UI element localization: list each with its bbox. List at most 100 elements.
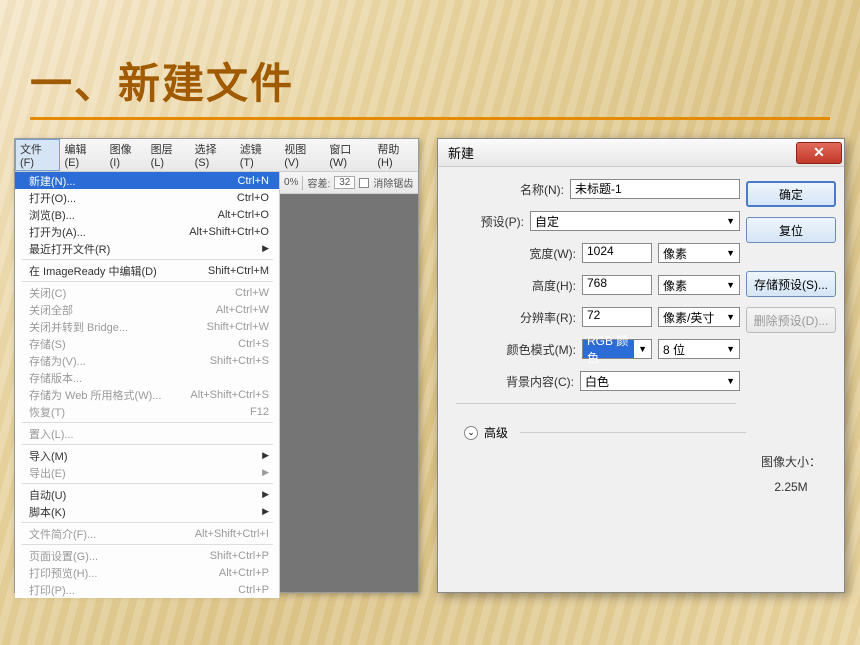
advanced-toggle[interactable]: ⌄ 高级: [446, 424, 746, 441]
menu-item-label: 浏览(B)...: [29, 207, 75, 223]
menu-item-shortcut: Alt+Ctrl+W: [216, 304, 269, 316]
menu-item: 关闭并转到 Bridge...Shift+Ctrl+W: [15, 318, 279, 335]
menu-item-shortcut: Alt+Shift+Ctrl+O: [189, 226, 269, 238]
close-icon: ✕: [813, 144, 825, 161]
menu-item-label: 最近打开文件(R): [29, 241, 110, 257]
menu-separator: [21, 522, 273, 523]
menubar-select[interactable]: 选择(S): [190, 139, 235, 171]
menu-item-label: 新建(N)...: [29, 173, 75, 189]
menubar-image[interactable]: 图像(I): [105, 139, 146, 171]
resolution-label: 分辨率(R):: [520, 309, 576, 326]
resolution-unit-select[interactable]: 像素/英寸 ▼: [658, 307, 740, 327]
save-preset-button[interactable]: 存储预设(S)...: [746, 271, 836, 297]
menu-item: 存储版本...: [15, 369, 279, 386]
menubar-window[interactable]: 窗口(W): [324, 139, 372, 171]
menubar-help[interactable]: 帮助(H): [372, 139, 418, 171]
width-unit-value: 像素: [663, 245, 687, 262]
colormode-value: RGB 颜色: [583, 340, 634, 358]
menu-item[interactable]: 打开为(A)... Alt+Shift+Ctrl+O: [15, 223, 279, 240]
menu-item-label: 关闭(C): [29, 285, 66, 301]
height-input[interactable]: 768: [582, 275, 652, 295]
menu-item-label: 恢复(T): [29, 404, 65, 420]
menu-item: 关闭全部 Alt+Ctrl+W: [15, 301, 279, 318]
name-input[interactable]: 未标题-1: [570, 179, 740, 199]
menu-item: 文件简介(F)...Alt+Shift+Ctrl+I: [15, 525, 279, 542]
menu-item: 页面设置(G)...Shift+Ctrl+P: [15, 547, 279, 564]
menubar-file[interactable]: 文件(F): [15, 139, 60, 171]
dialog-titlebar: 新建 ✕: [438, 139, 844, 167]
image-size-label: 图像大小：: [746, 453, 836, 470]
menu-separator: [21, 444, 273, 445]
menu-item-shortcut: Shift+Ctrl+M: [208, 265, 269, 277]
chevron-down-icon: ⌄: [464, 426, 478, 440]
bgcontent-value: 白色: [585, 373, 609, 390]
colormode-select[interactable]: RGB 颜色 ▼: [582, 339, 652, 359]
file-menu-dropdown: 新建(N)...Ctrl+N打开(O)...Ctrl+O浏览(B)... Alt+…: [15, 172, 280, 598]
resolution-input[interactable]: 72: [582, 307, 652, 327]
menu-item-shortcut: Ctrl+S: [238, 338, 269, 350]
menu-item[interactable]: 自动(U)▶: [15, 486, 279, 503]
menubar-filter[interactable]: 滤镜(T): [235, 139, 280, 171]
tolerance-input[interactable]: 32: [334, 176, 355, 189]
width-input[interactable]: 1024: [582, 243, 652, 263]
menu-item: 打印(P)...Ctrl+P: [15, 581, 279, 598]
preset-value: 自定: [535, 213, 559, 230]
advanced-label: 高级: [484, 424, 508, 441]
submenu-arrow-icon: ▶: [262, 243, 269, 254]
height-unit-select[interactable]: 像素 ▼: [658, 275, 740, 295]
menu-item-label: 关闭全部: [29, 302, 73, 318]
dialog-title: 新建: [448, 143, 474, 162]
close-button[interactable]: ✕: [796, 142, 842, 164]
menu-item-shortcut: Alt+Shift+Ctrl+I: [195, 528, 269, 540]
menubar-edit[interactable]: 编辑(E): [60, 139, 105, 171]
menu-item-label: 导入(M): [29, 448, 68, 464]
menu-separator: [21, 544, 273, 545]
menu-item[interactable]: 打开(O)...Ctrl+O: [15, 189, 279, 206]
menu-item[interactable]: 脚本(K)▶: [15, 503, 279, 520]
ok-button[interactable]: 确定: [746, 181, 836, 207]
menu-item: 关闭(C)Ctrl+W: [15, 284, 279, 301]
image-size-value: 2.25M: [746, 480, 836, 494]
dropdown-icon: ▼: [726, 248, 735, 258]
menu-separator: [21, 483, 273, 484]
menu-item: 导出(E)▶: [15, 464, 279, 481]
antialias-checkbox[interactable]: [359, 178, 369, 188]
preset-label: 预设(P):: [481, 213, 524, 230]
bgcontent-select[interactable]: 白色 ▼: [580, 371, 740, 391]
preset-select[interactable]: 自定 ▼: [530, 211, 740, 231]
dropdown-icon: ▼: [726, 280, 735, 290]
menu-item-label: 存储(S): [29, 336, 66, 352]
menubar-layer[interactable]: 图层(L): [146, 139, 190, 171]
submenu-arrow-icon: ▶: [262, 467, 269, 478]
menu-item: 存储(S) Ctrl+S: [15, 335, 279, 352]
menu-item-shortcut: Alt+Shift+Ctrl+S: [190, 389, 269, 401]
menu-item[interactable]: 浏览(B)... Alt+Ctrl+O: [15, 206, 279, 223]
menu-item-shortcut: F12: [250, 406, 269, 418]
menubar-view[interactable]: 视图(V): [279, 139, 324, 171]
menu-separator: [21, 422, 273, 423]
menu-item: 恢复(T) F12: [15, 403, 279, 420]
colormode-bits-select[interactable]: 8 位 ▼: [658, 339, 740, 359]
menu-item[interactable]: 最近打开文件(R) ▶: [15, 240, 279, 257]
reset-button[interactable]: 复位: [746, 217, 836, 243]
colormode-label: 颜色模式(M):: [507, 341, 576, 358]
menu-item-shortcut: Alt+Ctrl+O: [218, 209, 269, 221]
dropdown-icon: ▼: [726, 376, 735, 386]
width-label: 宽度(W):: [529, 245, 576, 262]
delete-preset-button[interactable]: 删除预设(D)...: [746, 307, 836, 333]
dropdown-icon: ▼: [726, 344, 735, 354]
zoom-value: 0%: [284, 177, 298, 188]
slide-title: 一、新建文件: [30, 50, 860, 111]
menu-item[interactable]: 在 ImageReady 中编辑(D)Shift+Ctrl+M: [15, 262, 279, 279]
width-unit-select[interactable]: 像素 ▼: [658, 243, 740, 263]
menu-item-shortcut: Shift+Ctrl+S: [210, 355, 269, 367]
menu-item[interactable]: 导入(M)▶: [15, 447, 279, 464]
menu-item-label: 存储版本...: [29, 370, 82, 386]
options-bar: 0% 容差: 32 消除锯齿: [280, 172, 418, 194]
tolerance-label: 容差:: [307, 175, 330, 190]
menu-item: 存储为(V)...Shift+Ctrl+S: [15, 352, 279, 369]
menubar: 文件(F) 编辑(E) 图像(I) 图层(L) 选择(S) 滤镜(T) 视图(V…: [15, 139, 418, 172]
menu-item[interactable]: 新建(N)...Ctrl+N: [15, 172, 279, 189]
menu-item-label: 打开为(A)...: [29, 224, 86, 240]
canvas-area: [280, 194, 418, 592]
